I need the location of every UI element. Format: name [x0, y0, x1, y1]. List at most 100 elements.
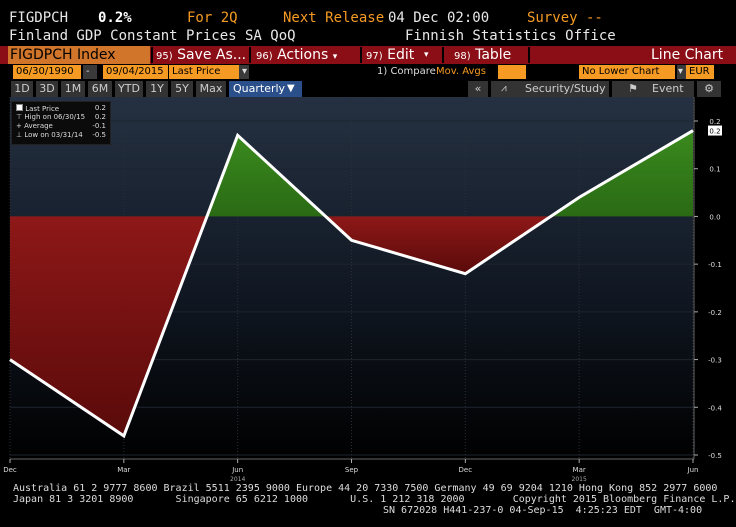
collapse-button[interactable]: « [468, 81, 488, 97]
y-tick-label: -0.3 [708, 357, 722, 365]
chart-legend: Last Price 0.2 ⊤ High on 06/30/15 0.2 + … [11, 101, 111, 145]
table-button[interactable]: 98) Table [454, 46, 511, 64]
range-3d[interactable]: 3D [36, 81, 58, 97]
legend-average: + Average [16, 122, 53, 130]
actions-button[interactable]: 96) Actions ▾ [256, 46, 337, 64]
range-1d[interactable]: 1D [11, 81, 33, 97]
next-release-label: Next Release [283, 10, 385, 26]
divider [528, 47, 530, 63]
dropdown-arrow-icon: ▼ [287, 83, 295, 94]
footer-contacts-line2: Japan 81 3 3201 8900 Singapore 65 6212 1… [13, 494, 736, 505]
period-select[interactable]: Quarterly ▼ [229, 81, 302, 97]
x-tick-label: Sep [345, 466, 359, 474]
period-label: For 2Q [187, 10, 238, 26]
end-date-input[interactable]: 09/04/2015 [103, 65, 168, 79]
save-as-shortcut: 95) [156, 51, 173, 62]
chart-type-label[interactable]: Line Chart [651, 46, 723, 64]
average-marker-icon: + [16, 122, 22, 130]
last-value-badge-label: 0.2 [709, 128, 720, 136]
legend-low-label: Low on 03/31/14 [24, 131, 83, 139]
currency-select[interactable]: EUR [686, 65, 714, 79]
x-tick-label: Jun [687, 466, 699, 474]
security-study-label: Security/Study [525, 82, 606, 95]
study-chart-icon: ⩘ [501, 83, 507, 94]
y-tick-label: 0.2 [709, 118, 720, 126]
y-tick-label: 0.1 [709, 166, 720, 174]
divider [249, 47, 251, 63]
legend-last-price-value: 0.2 [94, 104, 106, 112]
x-tick-label: Dec [3, 466, 17, 474]
footer-session-line: SN 672028 H441-237-0 04-Sep-15 4:25:23 E… [383, 505, 703, 516]
series-description: Finland GDP Constant Prices SA QoQ [9, 28, 296, 44]
index-field[interactable]: FIGDPCH Index [8, 46, 150, 64]
x-tick-label: Mar [117, 466, 130, 474]
survey-label: Survey -- [527, 10, 603, 26]
range-max[interactable]: Max [196, 81, 226, 97]
legend-average-label: Average [24, 122, 53, 130]
compare-value[interactable]: Mov. Avgs [436, 65, 486, 79]
range-1y[interactable]: 1Y [146, 81, 168, 97]
date-range-row: 06/30/1990 - 09/04/2015 Last Price ▾ 1) … [0, 64, 736, 80]
edit-button[interactable]: 97) Edit ▾ [366, 46, 436, 64]
low-marker-icon: ⊥ [16, 131, 23, 139]
y-tick-label: 0.0 [709, 213, 720, 221]
divider [360, 47, 362, 63]
legend-high-value: 0.2 [94, 113, 106, 121]
header: FIGDPCH 0.2% For 2Q Next Release 04 Dec … [0, 0, 736, 46]
range-toolbar: 1D 3D 1M 6M YTD 1Y 5Y Max Quarterly ▼ « … [0, 81, 736, 97]
table-shortcut: 98) [454, 51, 471, 62]
current-value: 0.2% [98, 10, 132, 26]
legend-last-price-label: Last Price [25, 105, 60, 113]
y-tick-label: -0.4 [708, 404, 722, 412]
legend-last-price: Last Price [16, 104, 59, 113]
dropdown-arrow-icon[interactable]: ▾ [677, 65, 686, 79]
legend-swatch-icon [16, 104, 23, 111]
range-1m[interactable]: 1M [61, 81, 85, 97]
range-5y[interactable]: 5Y [171, 81, 193, 97]
legend-low: ⊥ Low on 03/31/14 [16, 131, 83, 139]
footer-contacts-line1: Australia 61 2 9777 8600 Brazil 5511 239… [13, 483, 718, 494]
y-tick-label: -0.2 [708, 309, 722, 317]
footer: Australia 61 2 9777 8600 Brazil 5511 239… [0, 481, 736, 527]
high-marker-icon: ⊤ [16, 113, 23, 121]
dropdown-arrow-icon[interactable]: ▾ [239, 65, 249, 79]
series-source: Finnish Statistics Office [405, 28, 616, 44]
event-button[interactable]: ⚑ Event [612, 81, 694, 97]
date-separator: - [83, 65, 97, 79]
dropdown-arrow-icon: ▾ [424, 50, 429, 60]
security-study-button[interactable]: ⩘ Security/Study [491, 81, 609, 97]
y-tick-label: -0.5 [708, 452, 722, 460]
range-6m[interactable]: 6M [88, 81, 112, 97]
next-release-value: 04 Dec 02:00 [388, 10, 490, 26]
legend-low-value: -0.5 [92, 131, 106, 139]
dropdown-arrow-icon: ▾ [332, 52, 338, 62]
save-as-label: Save As... [177, 47, 247, 63]
divider [442, 47, 444, 63]
compare-field[interactable] [498, 65, 526, 79]
y-tick-label: -0.1 [708, 261, 722, 269]
range-ytd[interactable]: YTD [115, 81, 143, 97]
edit-label: Edit [387, 47, 415, 63]
event-label: Event [652, 82, 684, 95]
save-as-button[interactable]: 95) Save As... [156, 46, 246, 64]
legend-high: ⊤ High on 06/30/15 [16, 113, 85, 121]
start-date-input[interactable]: 06/30/1990 [13, 65, 81, 79]
flag-icon: ⚑ [628, 82, 638, 95]
legend-high-label: High on 06/30/15 [24, 113, 86, 121]
x-tick-label: Mar [573, 466, 586, 474]
edit-shortcut: 97) [366, 51, 383, 62]
divider [151, 47, 153, 63]
price-field-select[interactable]: Last Price [169, 65, 239, 79]
actions-label: Actions [277, 47, 329, 63]
price-chart: 0.2 0.1 0.0 -0.1 -0.2 -0.3 -0.4 -0.5 0.2 Dec Mar J… [0, 97, 736, 481]
compare-label[interactable]: 1) Compare [377, 65, 436, 79]
settings-gear-icon[interactable]: ⚙ [697, 81, 721, 97]
actions-shortcut: 96) [256, 51, 273, 62]
lower-chart-select[interactable]: No Lower Chart [579, 65, 675, 79]
x-tick-label: Dec [459, 466, 473, 474]
function-bar: FIGDPCH Index 95) Save As... 96) Actions… [0, 46, 736, 64]
period-label: Quarterly [233, 82, 286, 95]
ticker: FIGDPCH [9, 10, 69, 26]
legend-average-value: -0.1 [92, 122, 106, 130]
x-tick-label: Jun [231, 466, 243, 474]
